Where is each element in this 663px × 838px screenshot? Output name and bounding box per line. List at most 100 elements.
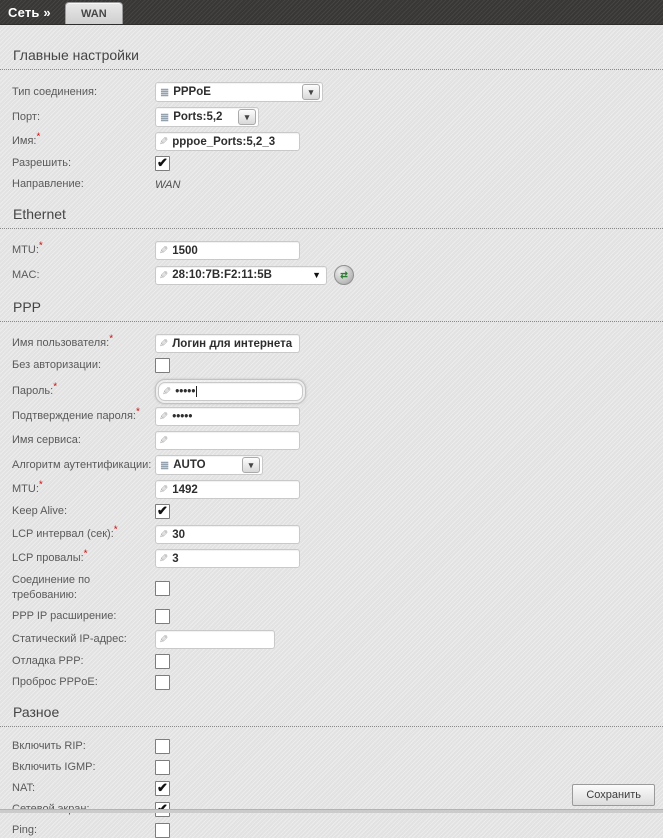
clone-mac-icon: ⇄ — [340, 269, 348, 280]
ppp-debug-checkbox[interactable] — [155, 654, 170, 669]
lcp-fails-input[interactable]: ✎ 3 — [155, 549, 300, 568]
section-title-ethernet: Ethernet — [0, 200, 663, 229]
field-label: LCP интервал (сек): — [12, 528, 114, 540]
field-label: Keep Alive: — [12, 505, 68, 517]
direction-value: WAN — [155, 178, 181, 191]
igmp-checkbox[interactable] — [155, 760, 170, 775]
input-value: Логин для интернета — [172, 337, 293, 350]
password-input[interactable]: ✎ ••••• — [158, 382, 303, 401]
field-row-service-name: Имя сервиса: ✎ — [0, 431, 663, 450]
input-value: 28:10:7B:F2:11:5B — [172, 269, 272, 281]
field-row-mac: MAC: ✎ 28:10:7B:F2:11:5B ▼ ⇄ — [0, 265, 663, 285]
field-label: Подтверждение пароля: — [12, 410, 136, 422]
chevron-down-icon[interactable]: ▾ — [238, 109, 256, 125]
field-label: Порт: — [12, 110, 40, 123]
auth-algorithm-select[interactable]: ≣ AUTO ▾ — [155, 455, 263, 475]
field-row-no-auth: Без авторизации: — [0, 358, 663, 373]
pencil-icon: ✎ — [159, 484, 169, 496]
save-button[interactable]: Сохранить — [572, 784, 655, 806]
chevron-down-icon[interactable]: ▾ — [302, 84, 320, 100]
required-asterisk: * — [53, 381, 58, 393]
mac-address-input[interactable]: ✎ 28:10:7B:F2:11:5B ▼ — [155, 265, 327, 285]
section-title-ppp: PPP — [0, 293, 663, 322]
field-row-port: Порт: ≣ Ports:5,2 ▾ — [0, 107, 663, 127]
lcp-interval-input[interactable]: ✎ 30 — [155, 525, 300, 544]
field-label: MAC: — [12, 268, 40, 281]
input-value: 1492 — [172, 483, 198, 496]
input-value: 30 — [172, 528, 186, 541]
list-icon: ≣ — [160, 86, 169, 99]
field-row-name: Имя:* ✎ pppoe_Ports:5,2_3 — [0, 132, 663, 151]
port-select[interactable]: ≣ Ports:5,2 ▾ — [155, 107, 259, 127]
field-label: Имя пользователя: — [12, 337, 110, 349]
mac-dropdown-arrow-icon[interactable]: ▼ — [312, 270, 321, 280]
pencil-icon: ✎ — [162, 386, 172, 398]
required-asterisk: * — [83, 548, 88, 560]
pencil-icon: ✎ — [159, 553, 169, 565]
field-row-ping: Ping: — [0, 823, 663, 838]
dial-on-demand-checkbox[interactable] — [155, 580, 170, 596]
field-row-eth-mtu: MTU:* ✎ 1500 — [0, 241, 663, 260]
username-input[interactable]: ✎ Логин для интернета — [155, 334, 300, 353]
field-label: Направление: — [12, 178, 84, 190]
password-focus-ring: ✎ ••••• — [155, 379, 306, 404]
field-row-direction: Направление: WAN — [0, 177, 663, 192]
keep-alive-checkbox[interactable] — [155, 503, 170, 519]
static-ip-input[interactable]: ✎ — [155, 630, 275, 649]
field-label: PPP IP расширение: — [12, 610, 117, 622]
field-row-dial-on-demand: Соединение по требованию: — [0, 573, 663, 603]
field-label: Отладка PPP: — [12, 655, 84, 667]
ethernet-mtu-input[interactable]: ✎ 1500 — [155, 241, 300, 260]
chevron-down-icon[interactable]: ▾ — [242, 457, 260, 473]
required-asterisk: * — [36, 131, 41, 143]
pencil-icon: ✎ — [159, 269, 169, 282]
field-row-nat: NAT: — [0, 780, 663, 796]
field-label: NAT: — [12, 782, 36, 794]
connection-type-select[interactable]: ≣ PPPoE ▾ — [155, 82, 323, 102]
service-name-input[interactable]: ✎ — [155, 431, 300, 450]
field-label: Разрешить: — [12, 157, 72, 169]
field-row-ppp-debug: Отладка PPP: — [0, 654, 663, 669]
field-label: Имя: — [12, 135, 37, 147]
pencil-icon: ✎ — [159, 435, 169, 447]
nat-checkbox[interactable] — [155, 780, 170, 796]
list-icon: ≣ — [160, 111, 169, 124]
input-value: pppoe_Ports:5,2_3 — [172, 135, 276, 148]
pencil-icon: ✎ — [159, 136, 169, 148]
name-input[interactable]: ✎ pppoe_Ports:5,2_3 — [155, 132, 300, 151]
top-navigation-bar: Сеть » WAN — [0, 0, 663, 25]
pppoe-passthrough-checkbox[interactable] — [155, 675, 170, 690]
field-row-static-ip: Статический IP-адрес: ✎ — [0, 630, 663, 649]
field-label: Ping: — [12, 824, 38, 836]
rip-checkbox[interactable] — [155, 739, 170, 754]
enable-checkbox[interactable] — [155, 155, 170, 171]
section-title-misc: Разное — [0, 698, 663, 727]
field-row-ppp-ip-extension: PPP IP расширение: — [0, 609, 663, 624]
required-asterisk: * — [38, 240, 43, 252]
select-value: PPPoE — [173, 86, 211, 98]
input-value: 3 — [172, 552, 179, 565]
field-label: Без авторизации: — [12, 359, 102, 371]
required-asterisk: * — [135, 406, 140, 418]
ppp-ip-extension-checkbox[interactable] — [155, 609, 170, 624]
field-label: MTU: — [12, 483, 39, 495]
tab-wan[interactable]: WAN — [64, 2, 123, 24]
pencil-icon: ✎ — [159, 529, 169, 541]
pencil-icon: ✎ — [159, 245, 169, 257]
no-auth-checkbox[interactable] — [155, 358, 170, 373]
password-confirm-input[interactable]: ✎ ••••• — [155, 407, 300, 426]
field-row-username: Имя пользователя:* ✎ Логин для интернета — [0, 334, 663, 353]
field-row-ppp-mtu: MTU:* ✎ 1492 — [0, 480, 663, 499]
field-label: Статический IP-адрес: — [12, 633, 127, 645]
field-row-password: Пароль:* ✎ ••••• — [0, 379, 663, 404]
field-row-lcp-fails: LCP провалы:* ✎ 3 — [0, 549, 663, 568]
field-label: Включить IGMP: — [12, 761, 96, 773]
breadcrumb[interactable]: Сеть » — [0, 5, 61, 24]
field-label: Пароль: — [12, 385, 54, 397]
ping-checkbox[interactable] — [155, 823, 170, 838]
ppp-mtu-input[interactable]: ✎ 1492 — [155, 480, 300, 499]
clone-mac-button[interactable]: ⇄ — [334, 265, 354, 285]
field-row-connection-type: Тип соединения: ≣ PPPoE ▾ — [0, 82, 663, 102]
field-row-auth-algorithm: Алгоритм аутентификации: ≣ AUTO ▾ — [0, 455, 663, 475]
select-value: Ports:5,2 — [173, 111, 223, 123]
